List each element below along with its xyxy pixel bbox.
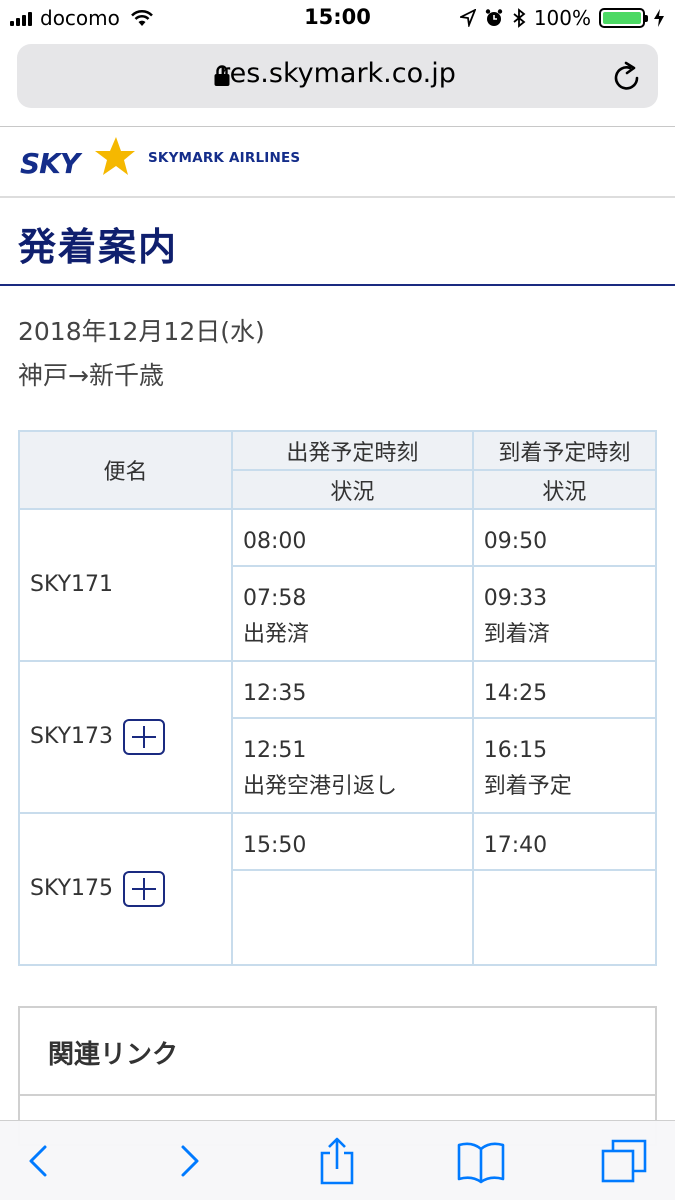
browser-toolbar (0, 1120, 675, 1200)
departure-status: 出発済 (243, 622, 310, 647)
actual-departure: 12:51 (243, 738, 307, 763)
address-bar[interactable]: res.skymark.co.jp (17, 44, 658, 108)
header-departure-time: 出発予定時刻 (231, 430, 474, 471)
scheduled-arrival: 14:25 (471, 660, 658, 719)
header-flight: 便名 (18, 430, 233, 510)
flight-number: SKY175 (30, 876, 114, 901)
flight-status-table: 便名 出発予定時刻 到着予定時刻 状況 状況 SKY171 08:00 09:5… (18, 430, 658, 966)
table-row: SKY171 08:00 09:50 (18, 508, 658, 662)
header-divider (0, 196, 675, 198)
scheduled-departure: 15:50 (231, 812, 474, 871)
arrival-status-cell (471, 869, 658, 966)
arrival-status-cell: 16:15 到着予定 (471, 717, 658, 814)
flight-route: 神戸→新千歳 (18, 361, 164, 390)
location-arrow-icon (459, 9, 476, 27)
actual-arrival: 09:33 (483, 586, 548, 611)
title-underline (0, 284, 675, 286)
flight-cell: SKY173 (18, 660, 233, 814)
share-icon[interactable] (312, 1137, 362, 1185)
logo-airline-name: SKYMARK AIRLINES (148, 150, 301, 166)
page-title: 発着案内 (18, 225, 179, 269)
logo-sky[interactable]: SKY (20, 147, 80, 180)
tabs-icon[interactable] (600, 1137, 650, 1185)
departure-status-cell: 12:51 出発空港引返し (231, 717, 474, 814)
star-logo-icon (95, 137, 135, 175)
header-arrival-time: 到着予定時刻 (471, 430, 658, 471)
forward-icon[interactable] (164, 1137, 214, 1185)
table-row: SKY173 12:35 14:25 (18, 660, 658, 814)
related-links-title: 関連リンク (48, 1040, 179, 1070)
table-row: SKY175 15:50 17:40 (18, 812, 658, 966)
alarm-icon (485, 9, 503, 26)
departure-status: 出発空港引返し (243, 774, 398, 799)
expand-details-button[interactable] (123, 871, 166, 907)
scheduled-departure: 08:00 (231, 508, 474, 567)
battery-icon (599, 8, 648, 28)
departure-status-cell: 07:58 出発済 (231, 565, 474, 662)
expand-details-button[interactable] (123, 719, 166, 755)
flight-cell: SKY171 (18, 508, 233, 662)
scheduled-departure: 12:35 (231, 660, 474, 719)
related-links-divider (20, 1094, 655, 1096)
reload-icon[interactable] (612, 60, 642, 92)
status-bar: docomo 15:00 100% (0, 0, 675, 38)
arrival-status-cell: 09:33 到着済 (471, 565, 658, 662)
flight-date: 2018年12月12日(水) (18, 317, 265, 346)
battery-percent: 100% (533, 6, 591, 30)
bluetooth-icon (513, 8, 526, 28)
actual-arrival: 16:15 (483, 738, 548, 763)
flight-number: SKY171 (30, 572, 114, 597)
scheduled-arrival: 17:40 (471, 812, 658, 871)
actual-departure: 07:58 (243, 586, 307, 611)
url-text[interactable]: res.skymark.co.jp (17, 58, 658, 89)
back-icon[interactable] (14, 1137, 64, 1185)
arrival-status: 到着予定 (483, 774, 572, 799)
scheduled-arrival: 09:50 (471, 508, 658, 567)
flight-cell: SKY175 (18, 812, 233, 966)
flight-number: SKY173 (30, 724, 114, 749)
bookmarks-icon[interactable] (456, 1137, 506, 1185)
header-departure-status: 状況 (231, 469, 474, 510)
arrival-status: 到着済 (483, 622, 550, 647)
departure-status-cell (231, 869, 474, 966)
header-arrival-status: 状況 (471, 469, 658, 510)
charging-bolt-icon (654, 9, 664, 27)
site-header: SKY SKYMARK AIRLINES (0, 127, 675, 197)
